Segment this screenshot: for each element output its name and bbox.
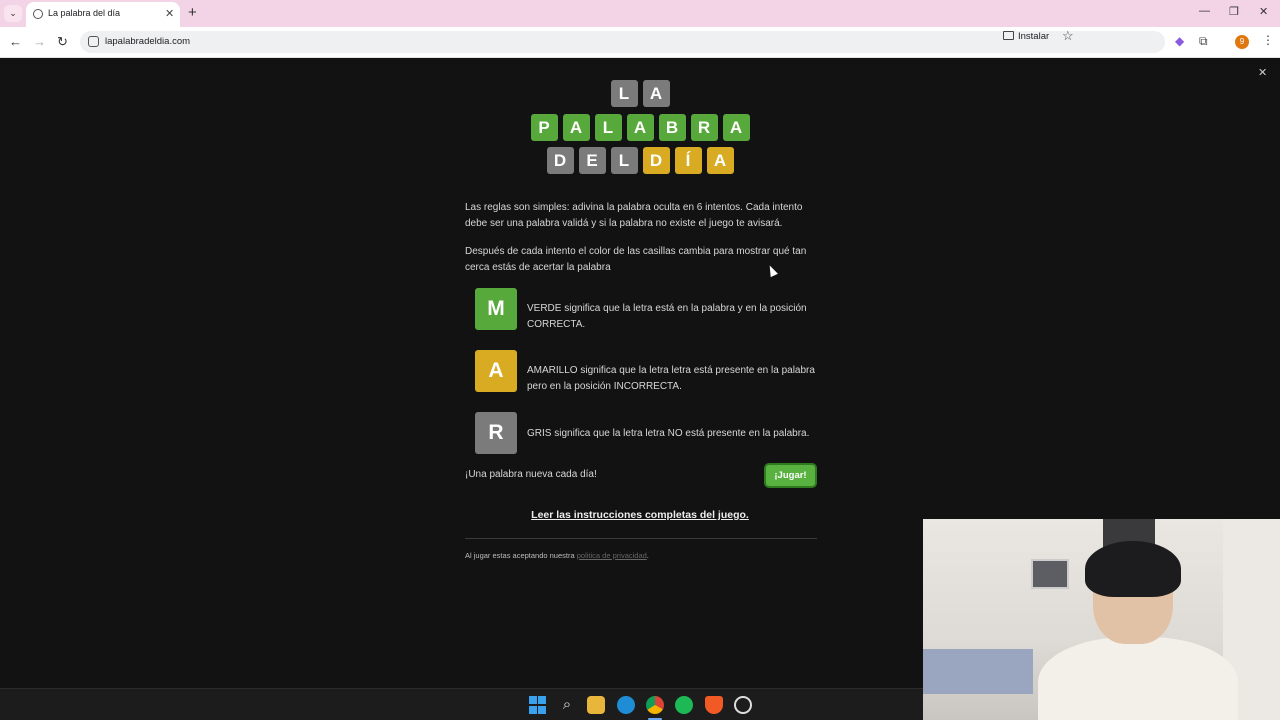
chrome-icon[interactable] — [646, 696, 664, 714]
logo-tile: A — [642, 80, 670, 107]
extensions-icon[interactable]: ⧉ — [1199, 34, 1208, 49]
forward-icon[interactable]: → — [33, 34, 46, 49]
logo-row-palabra: PALABRA — [0, 114, 1280, 141]
logo-tile: L — [610, 147, 638, 174]
tab-close-icon[interactable]: ✕ — [165, 7, 174, 20]
edge-icon[interactable] — [617, 696, 635, 714]
intro-paragraph-colors: Después de cada intento el color de las … — [465, 246, 807, 273]
logo-tile: D — [546, 147, 574, 174]
restore-icon[interactable]: ❐ — [1229, 5, 1239, 18]
webcam-wall-frame — [1031, 559, 1069, 589]
webcam-bed — [923, 649, 1033, 694]
privacy-prefix: Al jugar estas aceptando nuestra — [465, 551, 577, 560]
browser-menu-icon[interactable]: ⋮ — [1262, 33, 1274, 47]
instructions-link-text[interactable]: Leer las instrucciones completas del jue… — [531, 509, 749, 521]
browser-tab[interactable]: La palabra del día ✕ — [26, 2, 180, 27]
webcam-person-body — [1038, 637, 1238, 720]
logo-tile: P — [530, 114, 558, 141]
logo-tile: E — [578, 147, 606, 174]
rule-text-yellow: AMARILLO significa que la letra letra es… — [527, 365, 815, 392]
logo-tile: A — [722, 114, 750, 141]
privacy-notice: Al jugar estas aceptando nuestra politic… — [465, 551, 649, 560]
webcam-person-hair — [1085, 541, 1181, 597]
windows-start-icon[interactable] — [529, 696, 547, 714]
file-explorer-icon[interactable] — [587, 696, 605, 714]
browser-toolbar: ← → ↻ lapalabradeldia.com Instalar ☆ ◆ ⧉… — [0, 27, 1280, 58]
bookmark-star-icon[interactable]: ☆ — [1062, 28, 1074, 44]
extension-puzzle-colored-icon[interactable]: ◆ — [1175, 34, 1184, 48]
rule-text-gray: GRIS significa que la letra letra NO est… — [527, 428, 810, 439]
logo-row-la: LA — [0, 80, 1280, 107]
rule-tile-yellow: A — [475, 350, 517, 392]
privacy-suffix: . — [646, 551, 649, 560]
modal-close-icon[interactable]: ✕ — [1258, 66, 1267, 79]
profile-avatar[interactable]: 9 — [1235, 35, 1249, 49]
install-label: Instalar — [1018, 31, 1050, 42]
minimize-icon[interactable]: — — [1199, 5, 1210, 17]
divider — [465, 538, 817, 539]
logo-tile: L — [610, 80, 638, 107]
tab-search-dropdown-icon[interactable]: ⌄ — [4, 5, 22, 22]
logo-tile: L — [594, 114, 622, 141]
logo-tile: Í — [674, 147, 702, 174]
logo-tile: B — [658, 114, 686, 141]
spotify-icon[interactable] — [675, 696, 693, 714]
tab-favicon-icon — [33, 9, 43, 19]
logo-tile: D — [642, 147, 670, 174]
logo-tile: A — [706, 147, 734, 174]
logo-tile: A — [562, 114, 590, 141]
logo-row-del-dia: DELDÍA — [0, 147, 1280, 174]
windows-taskbar: ⌕ — [0, 688, 923, 720]
tab-title: La palabra del día — [48, 8, 121, 18]
webcam-overlay — [923, 519, 1280, 720]
window-close-icon[interactable]: ✕ — [1259, 5, 1268, 18]
install-button[interactable]: Instalar — [1003, 31, 1049, 42]
site-info-icon[interactable] — [88, 36, 99, 47]
browser-tab-strip: ⌄ La palabra del día ✕ + — ❐ ✕ — [0, 0, 1280, 27]
rule-tile-gray: R — [475, 412, 517, 454]
privacy-policy-link[interactable]: politica de privacidad — [577, 551, 647, 560]
rule-text-green: VERDE significa que la letra está en la … — [527, 303, 807, 330]
intro-paragraph-rules: Las reglas son simples: adivina la palab… — [465, 202, 803, 229]
search-icon[interactable]: ⌕ — [558, 696, 576, 714]
obs-icon[interactable] — [734, 696, 752, 714]
reload-icon[interactable]: ↻ — [57, 34, 68, 50]
tagline: ¡Una palabra nueva cada día! — [465, 469, 597, 480]
logo-tile: R — [690, 114, 718, 141]
rule-tile-green: M — [475, 288, 517, 330]
logo-tile: A — [626, 114, 654, 141]
play-button[interactable]: ¡Jugar! — [764, 463, 817, 488]
install-icon — [1003, 31, 1014, 40]
new-tab-icon[interactable]: + — [188, 4, 197, 21]
back-icon[interactable]: ← — [9, 34, 22, 49]
brave-icon[interactable] — [705, 696, 723, 714]
url-text[interactable]: lapalabradeldia.com — [105, 36, 190, 47]
